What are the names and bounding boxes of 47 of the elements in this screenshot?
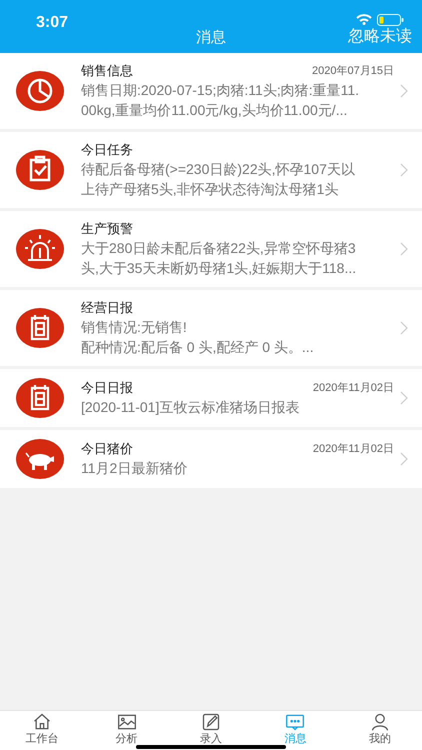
message-text: 00kg,重量均价11.00元/kg,头均价11.00元/... bbox=[81, 101, 348, 120]
chevron-right-icon bbox=[400, 84, 408, 98]
message-text: 大于280日龄未配后备猪22头,异常空怀母猪3 bbox=[81, 239, 357, 258]
status-time: 3:07 bbox=[36, 13, 68, 33]
chat-icon bbox=[284, 712, 306, 732]
window-title: 消息 bbox=[195, 28, 227, 48]
message-text: [2020-11-01]互牧云标准猪场日报表 bbox=[81, 398, 300, 417]
message-text: 销售情况:无销售! bbox=[81, 318, 188, 337]
clipboard-check-icon bbox=[16, 150, 64, 190]
message-item[interactable]: 今日日报 2020年11月02日 [2020-11-01]互牧云标准猪场日报表 bbox=[0, 369, 422, 427]
pig-icon bbox=[16, 439, 64, 479]
message-text: 头,大于35天未断奶母猪1头,妊娠期大于118... bbox=[81, 259, 358, 278]
message-date: 2020年11月02日 bbox=[312, 380, 394, 396]
message-text: 待配后备母猪(>=230日龄)22头,怀孕107天以 bbox=[81, 160, 356, 179]
message-text: 配种情况:配后备 0 头,配经产 0 头。... bbox=[81, 338, 315, 357]
message-item[interactable]: 今日任务 待配后备母猪(>=230日龄)22头,怀孕107天以 上待产母猪5头,非怀孕状态待淘汰母猪1头 bbox=[0, 132, 422, 208]
message-item[interactable]: 经营日报 销售情况:无销售! 配种情况:配后备 0 头,配经产 0 头。... bbox=[0, 290, 422, 366]
message-title: 今日任务 bbox=[81, 141, 133, 159]
chevron-right-icon bbox=[400, 163, 408, 177]
calendar-icon bbox=[16, 378, 64, 418]
tab[interactable]: 工作台 bbox=[0, 711, 84, 750]
tab[interactable]: 我的 bbox=[338, 711, 422, 750]
message-item[interactable]: 今日猪价 2020年11月02日 11月2日最新猪价 bbox=[0, 430, 422, 488]
message-date: 2020年11月02日 bbox=[312, 442, 394, 457]
chevron-right-icon bbox=[400, 321, 408, 335]
chevron-right-icon bbox=[400, 242, 408, 256]
chevron-right-icon bbox=[400, 391, 408, 405]
chevron-right-icon bbox=[400, 452, 408, 466]
message-title: 销售信息 bbox=[81, 62, 133, 80]
message-text: 上待产母猪5头,非怀孕状态待淘汰母猪1头 bbox=[81, 180, 340, 199]
pie-chart-icon bbox=[16, 71, 64, 111]
message-text: 销售日期:2020-07-15;肉猪:11头;肉猪:重量11. bbox=[81, 81, 360, 100]
calendar-icon bbox=[16, 308, 64, 348]
battery-icon bbox=[377, 14, 404, 26]
message-title: 经营日报 bbox=[81, 299, 133, 317]
siren-icon bbox=[16, 229, 64, 269]
message-item[interactable]: 生产预警 大于280日龄未配后备猪22头,异常空怀母猪3 头,大于35天未断奶母猪1头,妊娠期大于118... bbox=[0, 211, 422, 287]
tab[interactable]: 分析 bbox=[84, 711, 169, 750]
message-title: 今日猪价 bbox=[81, 440, 133, 458]
wifi-icon bbox=[356, 14, 372, 25]
image-icon bbox=[116, 712, 138, 732]
message-item[interactable]: 销售信息 2020年07月15日 销售日期:2020-07-15;肉猪:11头;肉猪:重量11. 00kg,重量均价11.00元/kg,头均价11.00元/... bbox=[0, 53, 422, 129]
message-date: 2020年07月15日 bbox=[312, 64, 394, 79]
message-title: 生产预警 bbox=[81, 220, 133, 238]
message-text: 11月2日最新猪价 bbox=[81, 459, 188, 478]
tab[interactable]: 录入 bbox=[168, 711, 254, 750]
message-title: 今日日报 bbox=[81, 379, 133, 397]
